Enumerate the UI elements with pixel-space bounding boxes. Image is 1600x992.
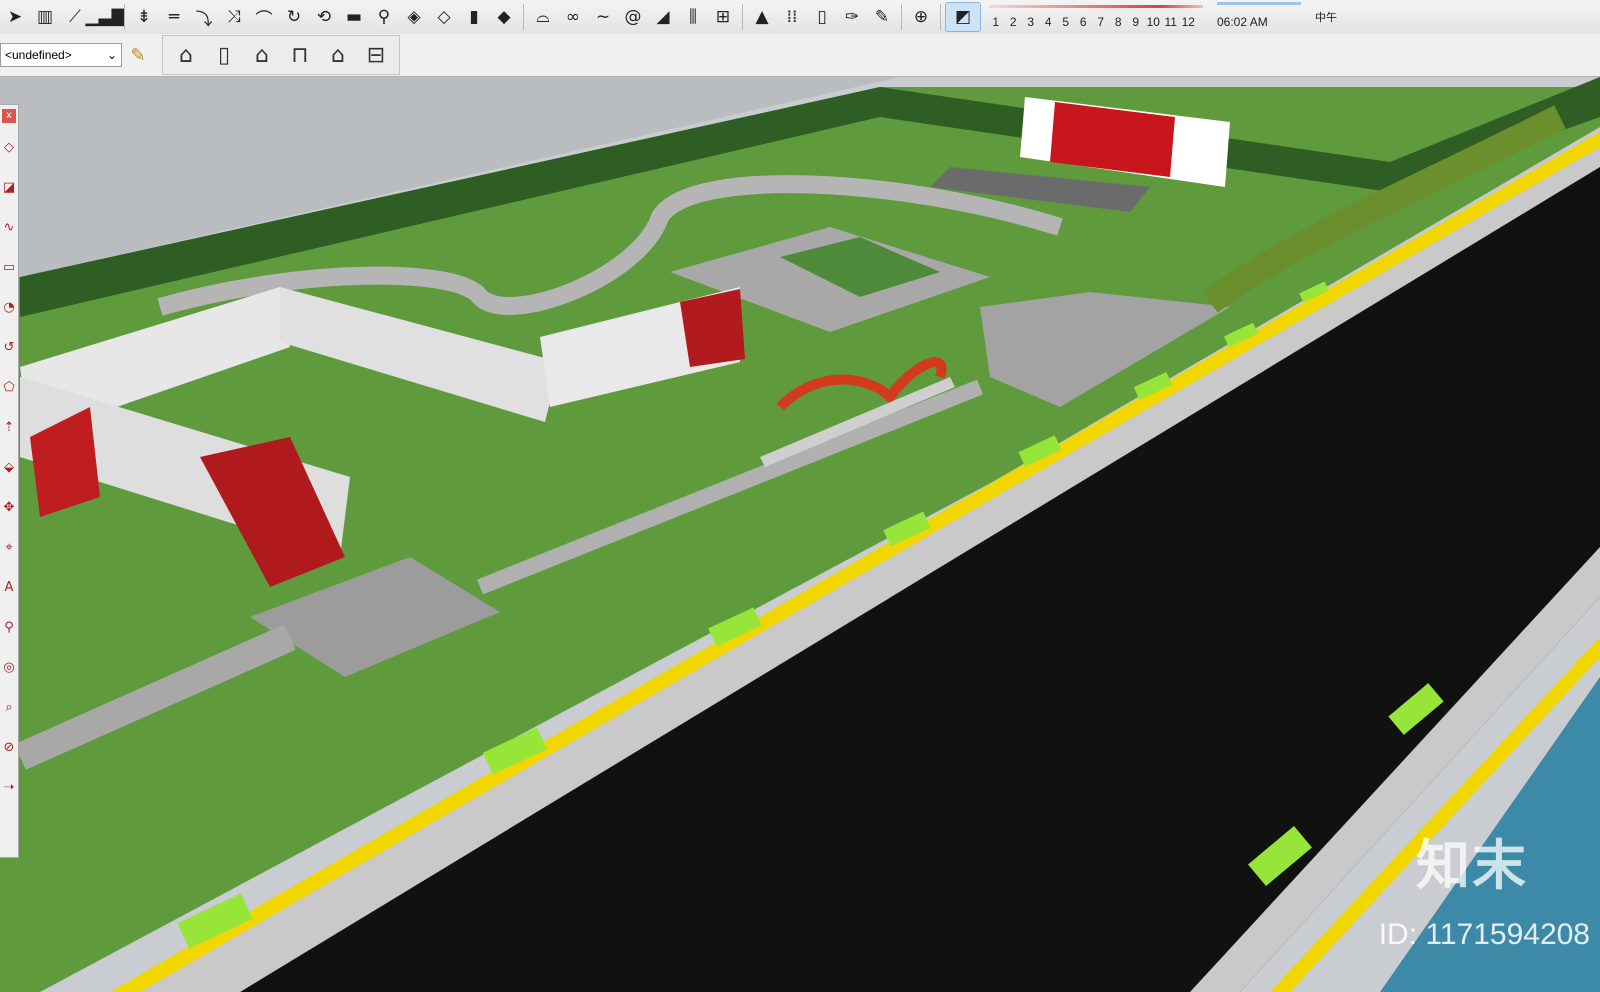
rotate-tool-icon[interactable]: ↺	[0, 327, 18, 367]
time-slider-track	[1217, 2, 1301, 5]
close-icon[interactable]: x	[2, 109, 16, 123]
ramp-icon[interactable]: ◢	[648, 3, 678, 31]
move-icon[interactable]: ✥	[0, 487, 18, 527]
chain-icon[interactable]: ∞	[558, 3, 588, 31]
push-pull-icon[interactable]: ⇡	[0, 407, 18, 447]
layer3-icon[interactable]: ◆	[489, 3, 519, 31]
tape-measure-icon[interactable]: ⌖	[0, 527, 18, 567]
text-tool-icon[interactable]: A	[0, 567, 18, 607]
house-roof-icon[interactable]: ⊟	[357, 38, 395, 72]
wave-icon[interactable]: ∼	[588, 3, 618, 31]
wall-panel-icon[interactable]: ▯	[205, 38, 243, 72]
sail-icon[interactable]: ▲	[747, 3, 777, 31]
box-icon[interactable]: ▮	[459, 3, 489, 31]
eraser-icon[interactable]: ◪	[0, 167, 18, 207]
next-arrow-icon[interactable]: ➝	[0, 767, 18, 807]
month-label: 6	[1079, 15, 1087, 29]
select-arrow-icon[interactable]: ➤	[0, 3, 30, 31]
pin-icon[interactable]: ✑	[837, 3, 867, 31]
house-outline-icon[interactable]: ⌂	[319, 38, 357, 72]
split-icon[interactable]: ⇟	[129, 3, 159, 31]
tag-pencil-icon[interactable]: ✎	[122, 38, 154, 72]
month-label: 8	[1114, 15, 1122, 29]
arch-icon[interactable]: ⌒	[249, 3, 279, 31]
tag-dropdown[interactable]: <undefined> ⌄	[0, 43, 122, 67]
left-toolbar: x ◇ ◪ ∿ ▭ ◔ ↺ ⬠ ⇡ ⬙ ✥ ⌖ A ⚲ ◎ ⌕ ⊘ ➝	[0, 104, 19, 858]
month-label: 11	[1164, 15, 1177, 29]
rail-icon[interactable]: ⫼	[678, 3, 708, 31]
shadow-month-slider[interactable]: 1 2 3 4 5 6 7 8 9 10 11 12	[987, 2, 1207, 32]
curve-icon[interactable]: ∿	[0, 207, 18, 247]
month-label: 10	[1146, 15, 1160, 29]
flat-icon[interactable]: ▬	[339, 3, 369, 31]
noon-label: 中午	[1315, 12, 1337, 24]
cube-icon[interactable]: ◇	[0, 127, 18, 167]
connect-icon[interactable]: ⚲	[369, 3, 399, 31]
dots-icon[interactable]: ⁞⁞	[777, 3, 807, 31]
red-panel	[680, 289, 745, 367]
layer2-icon[interactable]: ◇	[429, 3, 459, 31]
page-icon[interactable]: ◩	[945, 2, 981, 32]
main-toolbar: ➤ ▥ ⟋ ▁▃▇ ⇟ ═ ⤵ ⤨ ⌒ ↻ ⟲ ▬ ⚲ ◈ ◇ ▮ ◆ ⌓ ∞ …	[0, 0, 1600, 35]
month-label: 7	[1097, 15, 1105, 29]
toolbar-separator	[124, 4, 125, 30]
tag-dropdown-value: <undefined>	[5, 48, 72, 62]
month-label: 12	[1181, 15, 1195, 29]
month-label: 2	[1009, 15, 1017, 29]
scene-render	[0, 77, 1600, 992]
offset-icon[interactable]: ⟲	[309, 3, 339, 31]
brand-watermark: 知末	[1416, 834, 1528, 897]
model-viewport[interactable]	[0, 77, 1600, 992]
follow-me-icon[interactable]: ⬠	[0, 367, 18, 407]
section-icon[interactable]: ⊘	[0, 727, 18, 767]
door-icon[interactable]: ▯	[807, 3, 837, 31]
house-tools-group: ⌂ ▯ ⌂ ⊓ ⌂ ⊟	[162, 35, 400, 75]
toolbar-separator	[901, 4, 902, 30]
house-flat-icon[interactable]: ⊓	[281, 38, 319, 72]
toolbar-separator	[742, 4, 743, 30]
rectangle-icon[interactable]: ▭	[0, 247, 18, 287]
time-label: 06:02 AM	[1217, 15, 1268, 29]
month-label: 1	[992, 15, 1000, 29]
chevron-down-icon: ⌄	[106, 48, 117, 62]
rotate-icon[interactable]: ↻	[279, 3, 309, 31]
shadow-time-slider[interactable]: 06:02 AM	[1217, 0, 1301, 34]
zoom-icon[interactable]: ⌕	[0, 687, 18, 727]
layer-icon[interactable]: ◈	[399, 3, 429, 31]
toolbar-separator	[940, 4, 941, 30]
id-watermark: ID: 1171594208	[1378, 918, 1590, 951]
spiral-icon[interactable]: @	[618, 3, 648, 31]
secondary-toolbar: <undefined> ⌄ ✎ ⌂ ▯ ⌂ ⊓ ⌂ ⊟	[0, 34, 1600, 77]
globe-icon[interactable]: ⊕	[906, 3, 936, 31]
curve-down-icon[interactable]: ⤵	[189, 3, 219, 31]
bar-chart-icon[interactable]: ▁▃▇	[85, 3, 124, 31]
toolbar-separator	[523, 4, 524, 30]
orbit-icon[interactable]: ◎	[0, 647, 18, 687]
month-label: 4	[1044, 15, 1052, 29]
month-slider-track	[989, 5, 1203, 8]
pie-icon[interactable]: ◔	[0, 287, 18, 327]
fence-icon[interactable]: ⊞	[708, 3, 738, 31]
paint-bucket-icon[interactable]: ⬙	[0, 447, 18, 487]
month-label: 5	[1062, 15, 1070, 29]
month-label: 9	[1132, 15, 1140, 29]
brush-icon[interactable]: ✎	[867, 3, 897, 31]
house-gable-icon[interactable]: ⌂	[167, 38, 205, 72]
arc-icon[interactable]: ⌓	[528, 3, 558, 31]
merge-icon[interactable]: ⤨	[219, 3, 249, 31]
house-icon[interactable]: ⌂	[243, 38, 281, 72]
walk-icon[interactable]: ⚲	[0, 607, 18, 647]
grid-icon[interactable]: ▥	[30, 3, 60, 31]
line-icon[interactable]: ═	[159, 3, 189, 31]
month-label: 3	[1027, 15, 1035, 29]
